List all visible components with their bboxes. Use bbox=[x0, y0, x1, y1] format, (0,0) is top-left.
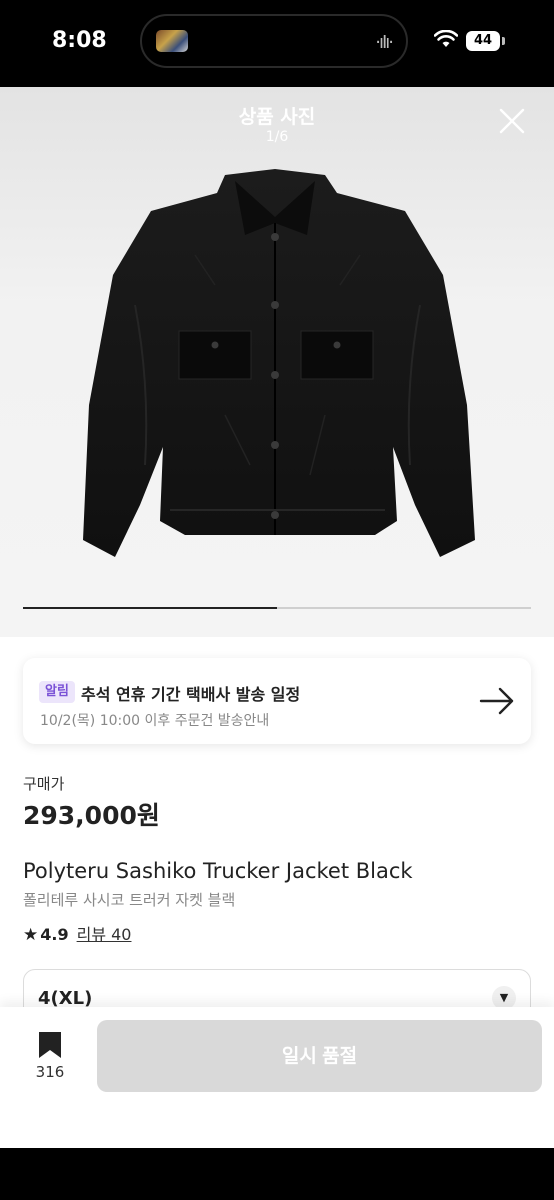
jacket-product-image bbox=[83, 169, 475, 557]
status-time: 8:08 bbox=[52, 28, 107, 53]
status-bar: 8:08 ·ıIı· 44 bbox=[0, 0, 554, 87]
review-link[interactable]: 리뷰 40 bbox=[77, 925, 132, 944]
home-indicator-area bbox=[0, 1148, 554, 1200]
shipping-notice-banner[interactable]: 알림 추석 연휴 기간 택배사 발송 일정 10/2(목) 10:00 이후 주… bbox=[23, 658, 531, 744]
product-name-en: Polyteru Sashiko Trucker Jacket Black bbox=[23, 859, 413, 883]
audio-wave-icon: ·ıIı· bbox=[375, 32, 394, 53]
battery-icon: 44 bbox=[466, 31, 500, 51]
gallery-progress-fill bbox=[23, 607, 277, 609]
bottom-action-bar: 316 일시 품절 bbox=[0, 1007, 554, 1148]
price-label: 구매가 bbox=[23, 775, 65, 793]
product-price: 293,000원 bbox=[23, 801, 160, 830]
close-icon[interactable] bbox=[496, 105, 528, 137]
product-name-ko: 폴리테루 사시코 트러커 자켓 블랙 bbox=[23, 891, 236, 909]
dynamic-island[interactable]: ·ıIı· bbox=[140, 14, 408, 68]
bookmark-count: 316 bbox=[35, 1063, 65, 1081]
size-select-value: 4(XL) bbox=[38, 988, 93, 1009]
rating-value: 4.9 bbox=[40, 925, 69, 944]
notice-badge: 알림 bbox=[39, 681, 75, 703]
arrow-right-icon[interactable] bbox=[479, 685, 515, 717]
product-screen: 상품 사진 1/6 알림 추석 연휴 기간 택배사 발송 일정 10/2(목) … bbox=[0, 87, 554, 1148]
gallery-title: 상품 사진 bbox=[238, 106, 316, 128]
bookmark-icon bbox=[39, 1032, 61, 1058]
wifi-icon bbox=[434, 30, 458, 47]
sold-out-button[interactable]: 일시 품절 bbox=[97, 1020, 542, 1092]
battery-tip bbox=[502, 37, 505, 45]
gallery-progress bbox=[23, 607, 531, 609]
star-icon: ★ bbox=[23, 925, 39, 945]
bookmark-button[interactable]: 316 bbox=[34, 1031, 66, 1081]
notice-subtitle: 10/2(목) 10:00 이후 주문건 발송안내 bbox=[40, 713, 270, 729]
gallery-counter: 1/6 bbox=[265, 129, 289, 145]
now-playing-artwork bbox=[156, 30, 188, 52]
rating-row: ★ 4.9 리뷰 40 bbox=[23, 921, 131, 945]
product-photo-gallery[interactable]: 상품 사진 1/6 bbox=[0, 87, 554, 637]
notice-title: 추석 연휴 기간 택배사 발송 일정 bbox=[81, 685, 301, 704]
